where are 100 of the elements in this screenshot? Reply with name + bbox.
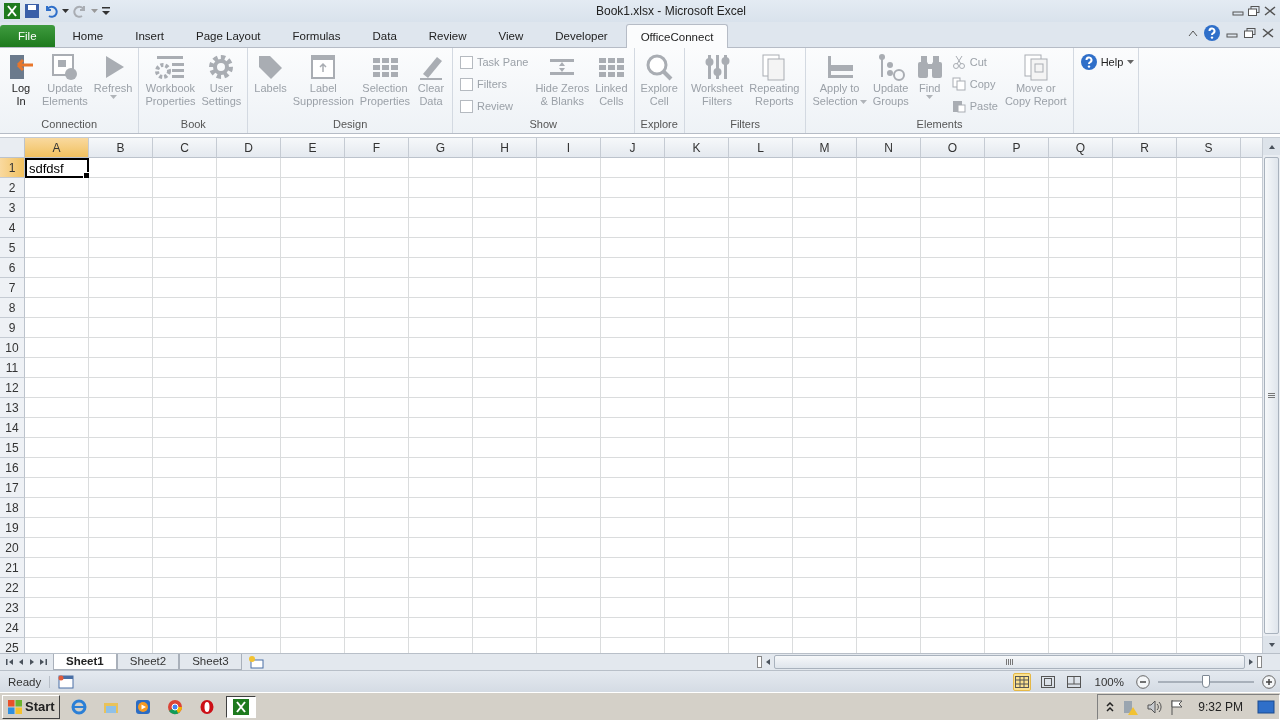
row-header[interactable]: 25 (0, 638, 25, 653)
row-header[interactable]: 18 (0, 498, 25, 518)
sheet-tab[interactable]: Sheet1 (53, 653, 117, 670)
column-header[interactable]: O (921, 138, 985, 158)
column-header[interactable]: I (537, 138, 601, 158)
column-header[interactable]: E (281, 138, 345, 158)
column-header[interactable]: Q (1049, 138, 1113, 158)
row-header[interactable]: 12 (0, 378, 25, 398)
row-header[interactable]: 20 (0, 538, 25, 558)
zoom-level[interactable]: 100% (1090, 675, 1128, 688)
ribbon-tab[interactable]: View (484, 25, 538, 47)
clock[interactable]: 9:32 PM (1192, 699, 1249, 714)
row-header[interactable]: 13 (0, 398, 25, 418)
column-header[interactable]: B (89, 138, 153, 158)
last-sheet-icon (39, 658, 47, 666)
opera-icon (198, 698, 215, 715)
browser-e-icon (70, 698, 87, 715)
taskbar-app-button[interactable] (225, 695, 256, 718)
row-header[interactable]: 5 (0, 238, 25, 258)
ribbon-tab[interactable]: OfficeConnect (625, 24, 729, 48)
row-header[interactable]: 1 (0, 158, 25, 178)
help-icon (1204, 24, 1220, 41)
row-header[interactable]: 24 (0, 618, 25, 638)
column-header[interactable]: F (345, 138, 409, 158)
ribbon-tab[interactable]: Page Layout (182, 25, 275, 47)
restore-icon (1248, 6, 1260, 16)
scrollbar-thumb[interactable] (774, 655, 1245, 669)
down-arrow-icon (1267, 640, 1276, 649)
excel-icon (4, 3, 20, 19)
chrome-icon (166, 698, 183, 715)
collapse-ribbon-icon (1188, 28, 1198, 37)
group-label: Design (332, 118, 369, 132)
column-header[interactable]: P (985, 138, 1049, 158)
ribbon-tab[interactable]: Home (58, 25, 118, 47)
scroll-down-button[interactable] (1263, 636, 1280, 653)
row-header[interactable]: 14 (0, 418, 25, 438)
group-label: Elements (915, 118, 964, 132)
undo-icon (44, 4, 58, 18)
row-header[interactable]: 21 (0, 558, 25, 578)
windows-logo-icon (7, 698, 23, 715)
next-sheet-icon (28, 658, 36, 666)
ribbon-tab[interactable]: File (0, 25, 55, 47)
row-header[interactable]: 4 (0, 218, 25, 238)
scroll-up-button[interactable] (1263, 138, 1280, 155)
column-header[interactable]: D (217, 138, 281, 158)
row-header[interactable]: 15 (0, 438, 25, 458)
column-header[interactable]: J (601, 138, 665, 158)
column-header[interactable]: G (409, 138, 473, 158)
split-handle-icon (1257, 656, 1262, 668)
row-header[interactable]: 6 (0, 258, 25, 278)
select-all-corner[interactable] (0, 138, 25, 158)
view-button[interactable] (1012, 672, 1031, 691)
scissors-icon (951, 55, 966, 69)
ribbon-tab[interactable]: Data (358, 25, 411, 47)
help-button[interactable]: Help (1080, 53, 1135, 71)
row-header[interactable]: 8 (0, 298, 25, 318)
row-header[interactable]: 7 (0, 278, 25, 298)
ribbon-tab[interactable]: Review (414, 25, 481, 47)
redo-icon (73, 4, 87, 18)
customize-icon (102, 6, 110, 16)
sheet-tab[interactable]: Sheet3 (179, 653, 242, 670)
save-icon (24, 3, 40, 19)
column-header[interactable]: N (857, 138, 921, 158)
insert-sheet-icon (247, 655, 264, 669)
column-header[interactable]: S (1177, 138, 1241, 158)
sheet-tab[interactable]: Sheet2 (116, 653, 180, 670)
group-label: Explore (639, 118, 679, 132)
start-button[interactable]: Start (2, 694, 60, 719)
row-header[interactable]: 17 (0, 478, 25, 498)
ribbon-tab[interactable]: Insert (121, 25, 178, 47)
row-header[interactable]: 2 (0, 178, 25, 198)
column-header[interactable]: M (793, 138, 857, 158)
group-label: Connection (40, 118, 98, 132)
column-header[interactable]: H (473, 138, 537, 158)
column-header[interactable]: L (729, 138, 793, 158)
row-header[interactable]: 10 (0, 338, 25, 358)
zoom-slider-thumb[interactable] (1202, 674, 1210, 688)
column-header[interactable]: C (153, 138, 217, 158)
show-hidden-icon (1106, 701, 1115, 712)
flag-icon (1170, 698, 1185, 715)
page-break-icon (1066, 675, 1081, 688)
help-icon (1080, 54, 1097, 70)
column-header[interactable]: R (1113, 138, 1177, 158)
row-header[interactable]: 9 (0, 318, 25, 338)
row-header[interactable]: 22 (0, 578, 25, 598)
status-text: Ready (8, 675, 51, 688)
scrollbar-thumb[interactable] (1264, 157, 1279, 634)
ribbon-tab[interactable]: Developer (541, 25, 622, 47)
column-header[interactable]: A (25, 138, 89, 158)
column-header[interactable]: K (665, 138, 729, 158)
row-header[interactable]: 16 (0, 458, 25, 478)
ribbon-button[interactable]: Log In (3, 50, 39, 110)
ribbon-tab[interactable]: Formulas (278, 25, 355, 47)
magnifier-icon (644, 52, 675, 82)
row-header[interactable]: 3 (0, 198, 25, 218)
row-header[interactable]: 11 (0, 358, 25, 378)
split-handle-icon (757, 656, 762, 668)
row-header[interactable]: 19 (0, 518, 25, 538)
row-header[interactable]: 23 (0, 598, 25, 618)
table-cell[interactable]: sdfdsf (25, 158, 89, 178)
